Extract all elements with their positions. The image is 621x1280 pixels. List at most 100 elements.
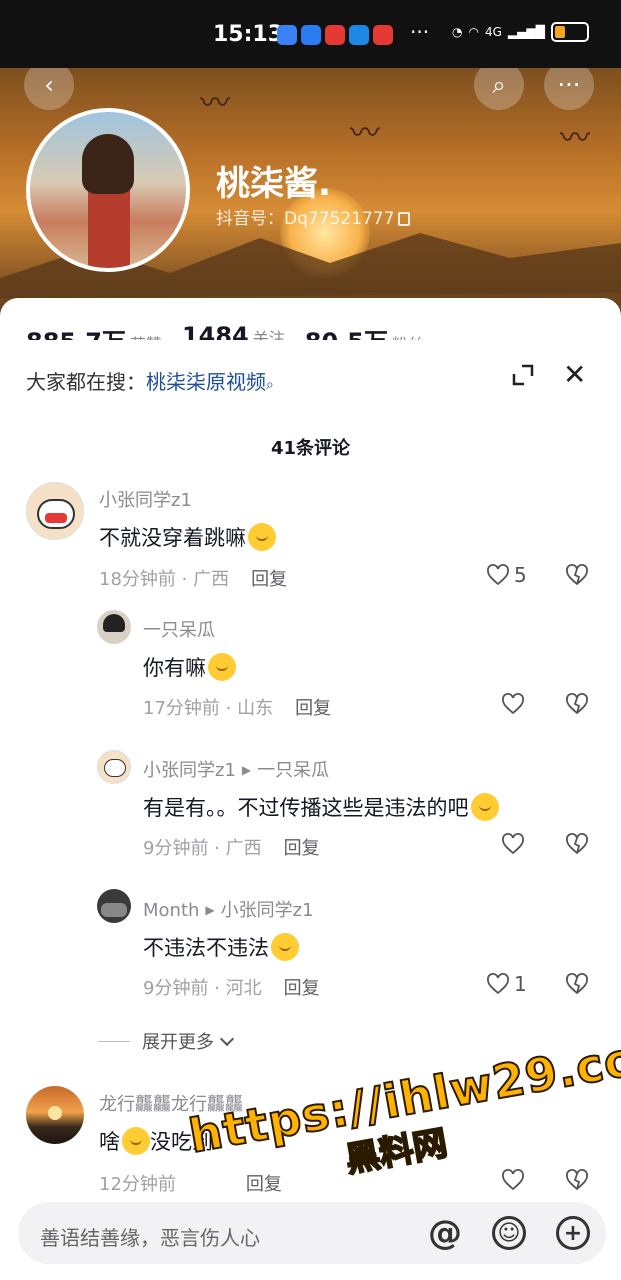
reply-arrow-icon: ▶ [241, 763, 252, 777]
expand-more-button[interactable]: 展开更多 [98, 1028, 235, 1054]
comment-meta: 9分钟前 · 河北 回复 [143, 974, 320, 1000]
seagull-icon: 〰 [350, 116, 380, 151]
dislike-icon[interactable] [565, 1168, 589, 1192]
reply-arrow-icon: ▶ [205, 903, 215, 917]
comment-text: 你有嘛 [143, 652, 236, 682]
expand-more-label: 展开更多 [142, 1032, 214, 1053]
douyin-id-text: 抖音号：Dq77521777 [216, 209, 395, 229]
profile-douyin-id: 抖音号：Dq77521777 [216, 204, 411, 229]
comment-count: 41条评论 [270, 438, 351, 459]
notification-icon [277, 25, 297, 45]
reply-button[interactable]: 回复 [284, 838, 320, 859]
mention-icon[interactable]: @ [428, 1213, 462, 1253]
comment-text: 不就没穿着跳嘛 [99, 522, 276, 552]
heart-icon [502, 693, 524, 715]
network-type: 4G [484, 25, 502, 39]
comment-input-bar: 善语结善缘，恶言伤人心 @ ☺ + [18, 1202, 606, 1264]
dislike-icon[interactable] [565, 832, 589, 856]
comment-input[interactable]: 善语结善缘，恶言伤人心 [40, 1222, 260, 1251]
chevron-down-icon [219, 1031, 235, 1047]
divider-line [98, 1040, 130, 1042]
app-icon [325, 25, 345, 45]
comment-username[interactable]: 一只呆瓜 [143, 616, 215, 642]
avatar[interactable] [97, 750, 131, 784]
heart-icon [487, 973, 509, 995]
comment-text: 不违法不违法 [143, 932, 299, 962]
comment-text-content: 不违法不违法 [143, 936, 269, 960]
shop-icon [373, 25, 393, 45]
comment-time: 9分钟前 · 广西 [143, 838, 262, 859]
comment-time: 18分钟前 · 广西 [99, 569, 230, 590]
pleading-emoji [122, 1127, 150, 1155]
status-time: 15:13 [213, 22, 284, 47]
comment-meta: 17分钟前 · 山东 回复 [143, 694, 331, 720]
seagull-icon: 〰 [200, 86, 230, 121]
comment-username-text[interactable]: 小张同学z1 [143, 760, 236, 781]
reply-button[interactable]: 回复 [251, 569, 287, 590]
signal-icon: ▂▄▆█ [507, 25, 545, 39]
like-count: 1 [514, 972, 527, 996]
heart-icon [487, 564, 509, 586]
dislike-icon[interactable] [565, 563, 589, 587]
profile-avatar[interactable] [26, 108, 190, 272]
comment-meta: 18分钟前 · 广西 回复 [99, 565, 287, 591]
seagull-icon: 〰 [560, 121, 590, 156]
like-button[interactable] [501, 692, 525, 716]
comment-text-content: 你有嘛 [143, 656, 206, 680]
search-button[interactable]: ⌕ [474, 68, 524, 110]
like-button[interactable] [501, 1168, 525, 1192]
avatar[interactable] [26, 1086, 84, 1144]
facepalm-emoji [470, 793, 499, 821]
message-icon [301, 25, 321, 45]
expand-icon[interactable] [512, 364, 534, 386]
trending-search-prefix: 大家都在搜： [26, 370, 146, 394]
browser-icon [349, 25, 369, 45]
reply-button[interactable]: 回复 [284, 978, 320, 999]
trending-search-link[interactable]: 桃柒柒原视频 [146, 370, 266, 394]
comment-text-content: 啥 [99, 1130, 120, 1154]
heart-icon [502, 833, 524, 855]
comment-username[interactable]: 小张同学z1 [99, 486, 192, 512]
comment-text-content: 不就没穿着跳嘛 [99, 526, 246, 550]
profile-header: 〰 〰 〰 ‹ ⌕ ··· 桃柒酱. 抖音号：Dq77521777 [0, 68, 621, 328]
dislike-icon[interactable] [565, 972, 589, 996]
comment-meta: 9分钟前 · 广西 回复 [143, 834, 320, 860]
battery-icon [550, 22, 589, 42]
status-bar: 15:13 ··· ◔ ◠ 4G ▂▄▆█ [0, 0, 621, 68]
like-button[interactable]: 1 [486, 972, 527, 996]
copy-icon[interactable] [398, 212, 411, 226]
crying-emoji [271, 933, 299, 961]
profile-name: 桃柒酱. [216, 164, 331, 204]
trending-search: 大家都在搜：桃柒柒原视频⌕ [26, 366, 274, 395]
comment-username-text[interactable]: Month [143, 900, 199, 921]
status-app-icons [277, 25, 393, 45]
laugh-cry-emoji [208, 653, 236, 681]
back-button[interactable]: ‹ [24, 68, 74, 110]
reply-button[interactable]: 回复 [295, 698, 331, 719]
emoji-icon[interactable]: ☺ [492, 1216, 526, 1250]
avatar[interactable] [97, 889, 131, 923]
reply-to-username[interactable]: 一只呆瓜 [257, 760, 329, 781]
status-system-icons: ◔ ◠ 4G ▂▄▆█ [452, 22, 589, 42]
like-button[interactable] [501, 832, 525, 856]
comment-text: 有是有。。不过传播这些是违法的吧 [143, 792, 499, 822]
reply-to-username[interactable]: 小张同学z1 [221, 900, 314, 921]
comment-time: 12分钟前 [99, 1174, 176, 1195]
status-more: ··· [410, 20, 430, 44]
speed-icon: ◔ [452, 25, 463, 39]
add-icon[interactable]: + [556, 1216, 590, 1250]
like-button[interactable]: 5 [486, 563, 527, 587]
search-icon[interactable]: ⌕ [266, 377, 274, 393]
avatar[interactable] [26, 482, 84, 540]
close-icon[interactable]: ✕ [563, 358, 586, 391]
more-button[interactable]: ··· [544, 68, 594, 110]
comment-time: 17分钟前 · 山东 [143, 698, 274, 719]
avatar[interactable] [97, 610, 131, 644]
comment-text-content: 有是有。。不过传播这些是违法的吧 [143, 796, 469, 820]
avatar-hair [82, 134, 134, 194]
wifi-icon: ◠ [468, 25, 479, 39]
dislike-icon[interactable] [565, 692, 589, 716]
comment-time: 9分钟前 · 河北 [143, 978, 262, 999]
facepalm-emoji [248, 523, 276, 551]
comment-username: Month ▶ 小张同学z1 [143, 896, 314, 922]
